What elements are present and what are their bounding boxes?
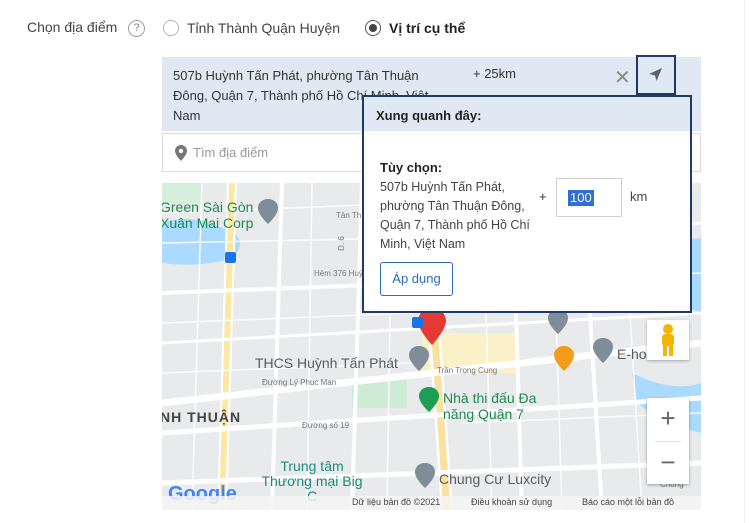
- map-pin-icon: [175, 145, 187, 161]
- location-label: Chọn địa điểm: [27, 19, 118, 35]
- map-label-duong-so19: Đường số 19: [302, 421, 350, 430]
- zoom-in-button[interactable]: +: [647, 398, 689, 438]
- map-label-eho: E-ho: [617, 346, 647, 362]
- map-label-chung-cu-luxcity: Chung Cư Luxcity: [439, 471, 552, 487]
- map-label-ly-phuc-man: Đường Lý Phục Man: [262, 378, 337, 387]
- popup-option-label: Tùy chọn:: [380, 160, 443, 175]
- radius-summary: + 25km: [473, 66, 516, 81]
- navigation-arrow-icon: [649, 68, 662, 81]
- map-label-nha-thi-dau: Nhà thi đấu Đa năng Quận 7: [443, 390, 537, 422]
- map-label-nh-thuan: NH THUẬN: [162, 409, 242, 425]
- page: Chọn địa điểm ? Tỉnh Thành Quận Huyện Vị…: [0, 0, 750, 523]
- zoom-out-button[interactable]: −: [647, 442, 689, 482]
- popup-title: Xung quanh đây:: [376, 108, 482, 123]
- map-report-link[interactable]: Báo cáo một lỗi bản đồ: [582, 497, 674, 507]
- popup-header: Xung quanh đây:: [364, 97, 690, 131]
- popup-plus: +: [539, 189, 547, 204]
- search-input[interactable]: [193, 134, 353, 171]
- pegman-icon: [662, 324, 674, 356]
- locate-button[interactable]: [636, 55, 676, 95]
- map-label-tan-th: Tân Th: [336, 211, 362, 220]
- map-footer: Dữ liệu bản đồ ©2021 Điều khoản sử dụng …: [162, 496, 701, 510]
- map-label-xuan-mai: Xuân Mai Corp: [162, 215, 254, 231]
- map-copyright: Dữ liệu bản đồ ©2021: [352, 497, 441, 507]
- help-icon[interactable]: ?: [128, 20, 145, 37]
- close-icon[interactable]: ✕: [614, 65, 631, 90]
- apply-button[interactable]: Áp dụng: [380, 262, 453, 296]
- map-label-tran-trong-cung: Trần Trọng Cung: [437, 366, 498, 375]
- map-label-d6: D. 6: [336, 236, 346, 251]
- map-label-thcs: THCS Huỳnh Tấn Phát: [255, 355, 398, 371]
- nearby-popup: Xung quanh đây: Tùy chọn: 507b Huỳnh Tấn…: [362, 95, 692, 313]
- radius-input[interactable]: 100: [556, 178, 622, 217]
- map-label-green-saigon: Green Sài Gòn: [162, 199, 254, 215]
- page-scroll-edge: [744, 0, 750, 523]
- street-view-pegman[interactable]: [647, 320, 689, 360]
- radius-input-value[interactable]: 100: [568, 190, 594, 206]
- map-label-hem376: Hẻm 376 Huỳ: [314, 269, 363, 278]
- radio-province-label[interactable]: Tỉnh Thành Quận Huyện: [187, 20, 340, 36]
- radio-specific-location-label[interactable]: Vị trí cụ thể: [389, 20, 465, 36]
- zoom-control: + −: [647, 398, 689, 484]
- radio-specific-location[interactable]: [365, 20, 381, 36]
- map-terms-link[interactable]: Điều khoản sử dụng: [471, 497, 552, 507]
- radius-unit: km: [630, 189, 648, 204]
- popup-address: 507b Huỳnh Tấn Phát, phường Tân Thuận Đô…: [380, 180, 530, 251]
- radio-province[interactable]: [163, 20, 179, 36]
